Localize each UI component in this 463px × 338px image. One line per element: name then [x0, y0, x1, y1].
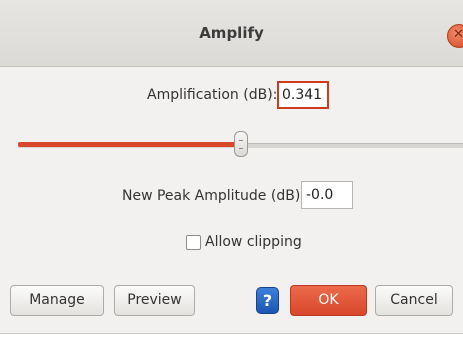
allow-clipping-checkbox[interactable] [186, 235, 201, 250]
amplification-input[interactable] [277, 81, 329, 109]
new-peak-input[interactable] [301, 181, 353, 209]
new-peak-label: New Peak Amplitude (dB): [122, 188, 306, 204]
ok-button[interactable]: OK [290, 285, 367, 316]
amplify-dialog: Amplify ✕ Amplification (dB): New Peak A… [0, 0, 463, 334]
close-icon: ✕ [453, 27, 463, 42]
manage-button[interactable]: Manage [10, 285, 104, 316]
allow-clipping-label[interactable]: Allow clipping [205, 234, 302, 250]
title-bar: Amplify ✕ [0, 0, 463, 67]
cancel-button[interactable]: Cancel [375, 285, 453, 316]
amplification-slider-thumb[interactable] [233, 131, 248, 157]
slider-fill [18, 142, 241, 147]
amplification-label: Amplification (dB): [147, 87, 278, 103]
close-button[interactable]: ✕ [447, 24, 463, 48]
help-icon: ? [262, 291, 273, 310]
preview-button[interactable]: Preview [114, 285, 195, 316]
dialog-title: Amplify [199, 24, 264, 42]
help-button[interactable]: ? [256, 287, 279, 314]
